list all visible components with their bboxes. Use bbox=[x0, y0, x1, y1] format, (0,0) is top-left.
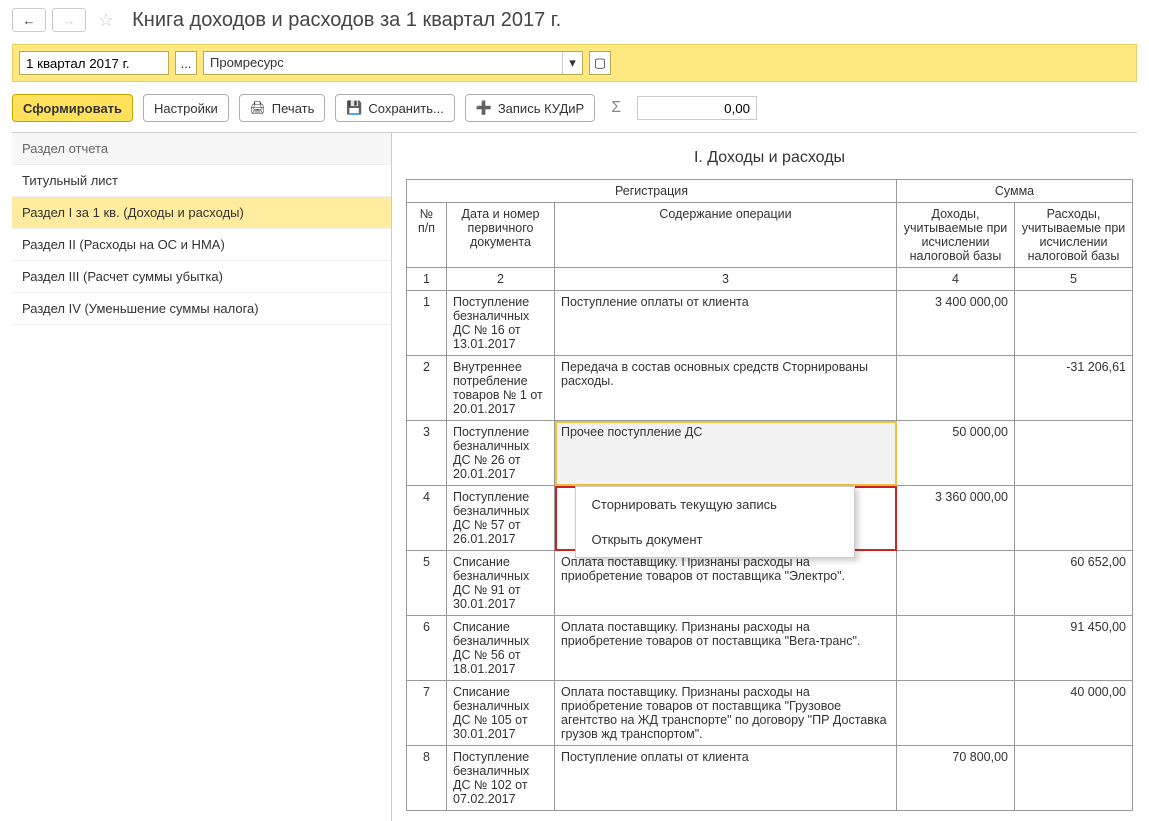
col-expense: Расходы, учитываемые при исчислении нало… bbox=[1015, 203, 1133, 268]
favorite-star-icon[interactable]: ☆ bbox=[98, 10, 114, 31]
table-row[interactable]: 6Списание безналичных ДС № 56 от 18.01.2… bbox=[407, 616, 1133, 681]
col-income: Доходы, учитываемые при исчислении налог… bbox=[897, 203, 1015, 268]
sidebar-item[interactable]: Раздел I за 1 кв. (Доходы и расходы) bbox=[12, 197, 391, 229]
nav-back-button[interactable]: ← bbox=[12, 8, 46, 32]
sum-display[interactable] bbox=[637, 96, 757, 120]
context-menu-item[interactable]: Сторнировать текущую запись bbox=[576, 487, 854, 522]
context-menu: Сторнировать текущую записьОткрыть докум… bbox=[575, 486, 855, 558]
page-title: Книга доходов и расходов за 1 квартал 20… bbox=[132, 9, 561, 32]
report-sections-sidebar: Раздел отчета Титульный листРаздел I за … bbox=[12, 133, 392, 821]
settings-button[interactable]: Настройки bbox=[143, 94, 229, 122]
arrow-left-icon: ← bbox=[21, 12, 37, 28]
printer-icon: 🖨 bbox=[250, 100, 266, 116]
table-row[interactable]: 3Поступление безналичных ДС № 26 от 20.0… bbox=[407, 421, 1133, 486]
organization-open-button[interactable]: ▢ bbox=[589, 51, 611, 75]
save-button[interactable]: 💾Сохранить... bbox=[335, 94, 454, 122]
section-title: I. Доходы и расходы bbox=[406, 149, 1133, 167]
sigma-icon: Σ bbox=[605, 99, 627, 117]
col-document: Дата и номер первичного документа bbox=[447, 203, 555, 268]
col-group-registration: Регистрация bbox=[407, 180, 897, 203]
table-row[interactable]: 2Внутреннее потребление товаров № 1 от 2… bbox=[407, 356, 1133, 421]
sidebar-item[interactable]: Раздел II (Расходы на ОС и НМА) bbox=[12, 229, 391, 261]
kudir-entry-button[interactable]: ➕Запись КУДиР bbox=[465, 94, 595, 122]
nav-forward-button[interactable]: → bbox=[52, 8, 86, 32]
sidebar-item[interactable]: Раздел IV (Уменьшение суммы налога) bbox=[12, 293, 391, 325]
toolbar: Сформировать Настройки 🖨Печать 💾Сохранит… bbox=[0, 90, 1149, 132]
generate-button[interactable]: Сформировать bbox=[12, 94, 133, 122]
filter-bar: ... Промресурс ▾ ▢ bbox=[12, 44, 1137, 82]
sidebar-header: Раздел отчета bbox=[12, 133, 391, 165]
sidebar-item[interactable]: Титульный лист bbox=[12, 165, 391, 197]
col-group-sum: Сумма bbox=[897, 180, 1133, 203]
col-operation: Содержание операции bbox=[555, 203, 897, 268]
table-row[interactable]: 8Поступление безналичных ДС № 102 от 07.… bbox=[407, 746, 1133, 811]
report-body: I. Доходы и расходы Регистрация Сумма № … bbox=[392, 133, 1137, 821]
floppy-disk-icon: 💾 bbox=[346, 100, 362, 116]
period-input[interactable] bbox=[19, 51, 169, 75]
table-row[interactable]: 7Списание безналичных ДС № 105 от 30.01.… bbox=[407, 681, 1133, 746]
print-button[interactable]: 🖨Печать bbox=[239, 94, 326, 122]
sidebar-item[interactable]: Раздел III (Расчет суммы убытка) bbox=[12, 261, 391, 293]
plus-icon: ➕ bbox=[476, 100, 492, 116]
table-row[interactable]: 1Поступление безналичных ДС № 16 от 13.0… bbox=[407, 291, 1133, 356]
table-row[interactable]: 5Списание безналичных ДС № 91 от 30.01.2… bbox=[407, 551, 1133, 616]
chevron-down-icon: ▾ bbox=[562, 52, 582, 74]
arrow-right-icon: → bbox=[61, 12, 77, 28]
context-menu-item[interactable]: Открыть документ bbox=[576, 522, 854, 557]
organization-value: Промресурс bbox=[204, 52, 562, 74]
col-number: № п/п bbox=[407, 203, 447, 268]
organization-select[interactable]: Промресурс ▾ bbox=[203, 51, 583, 75]
period-picker-button[interactable]: ... bbox=[175, 51, 197, 75]
